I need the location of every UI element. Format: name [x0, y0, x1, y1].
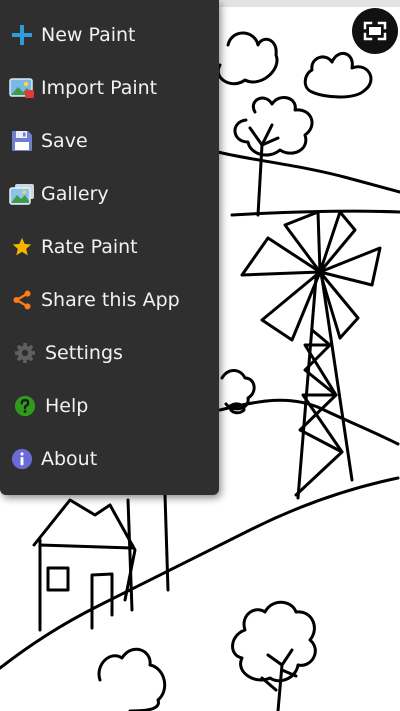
- tree-sketch: [233, 95, 314, 157]
- gallery-icon: [9, 181, 35, 207]
- gear-icon: [12, 340, 38, 366]
- menu-item-gallery[interactable]: Gallery: [0, 167, 219, 220]
- menu-item-new-paint[interactable]: New Paint: [0, 8, 219, 61]
- cloud-sketch: [303, 52, 373, 99]
- menu-item-label: About: [41, 447, 98, 470]
- info-icon: [9, 446, 35, 472]
- menu-item-label: Rate Paint: [41, 235, 138, 258]
- menu-item-label: Save: [41, 129, 88, 152]
- help-icon: [12, 393, 38, 419]
- menu-item-label: Gallery: [41, 182, 109, 205]
- menu-item-label: Settings: [45, 341, 123, 364]
- image-import-icon: [9, 75, 35, 101]
- menu-item-settings[interactable]: Settings: [0, 326, 219, 379]
- menu-item-about[interactable]: About: [0, 432, 219, 485]
- menu-item-share[interactable]: Share this App: [0, 273, 219, 326]
- menu-item-rate-paint[interactable]: Rate Paint: [0, 220, 219, 273]
- plus-icon: [9, 22, 35, 48]
- menu-item-save[interactable]: Save: [0, 114, 219, 167]
- fullscreen-icon: [363, 21, 387, 41]
- menu-item-help[interactable]: Help: [0, 379, 219, 432]
- menu-item-label: Help: [45, 394, 89, 417]
- floppy-disk-icon: [9, 128, 35, 154]
- menu-item-label: Import Paint: [41, 76, 158, 99]
- navigation-menu: New Paint Import Paint Save Gallery Rate…: [0, 0, 219, 495]
- cloud-sketch: [216, 31, 279, 86]
- star-icon: [9, 234, 35, 260]
- menu-item-label: New Paint: [41, 23, 136, 46]
- share-icon: [9, 287, 35, 313]
- menu-item-import-paint[interactable]: Import Paint: [0, 61, 219, 114]
- menu-item-label: Share this App: [41, 288, 180, 311]
- fullscreen-button[interactable]: [352, 8, 398, 54]
